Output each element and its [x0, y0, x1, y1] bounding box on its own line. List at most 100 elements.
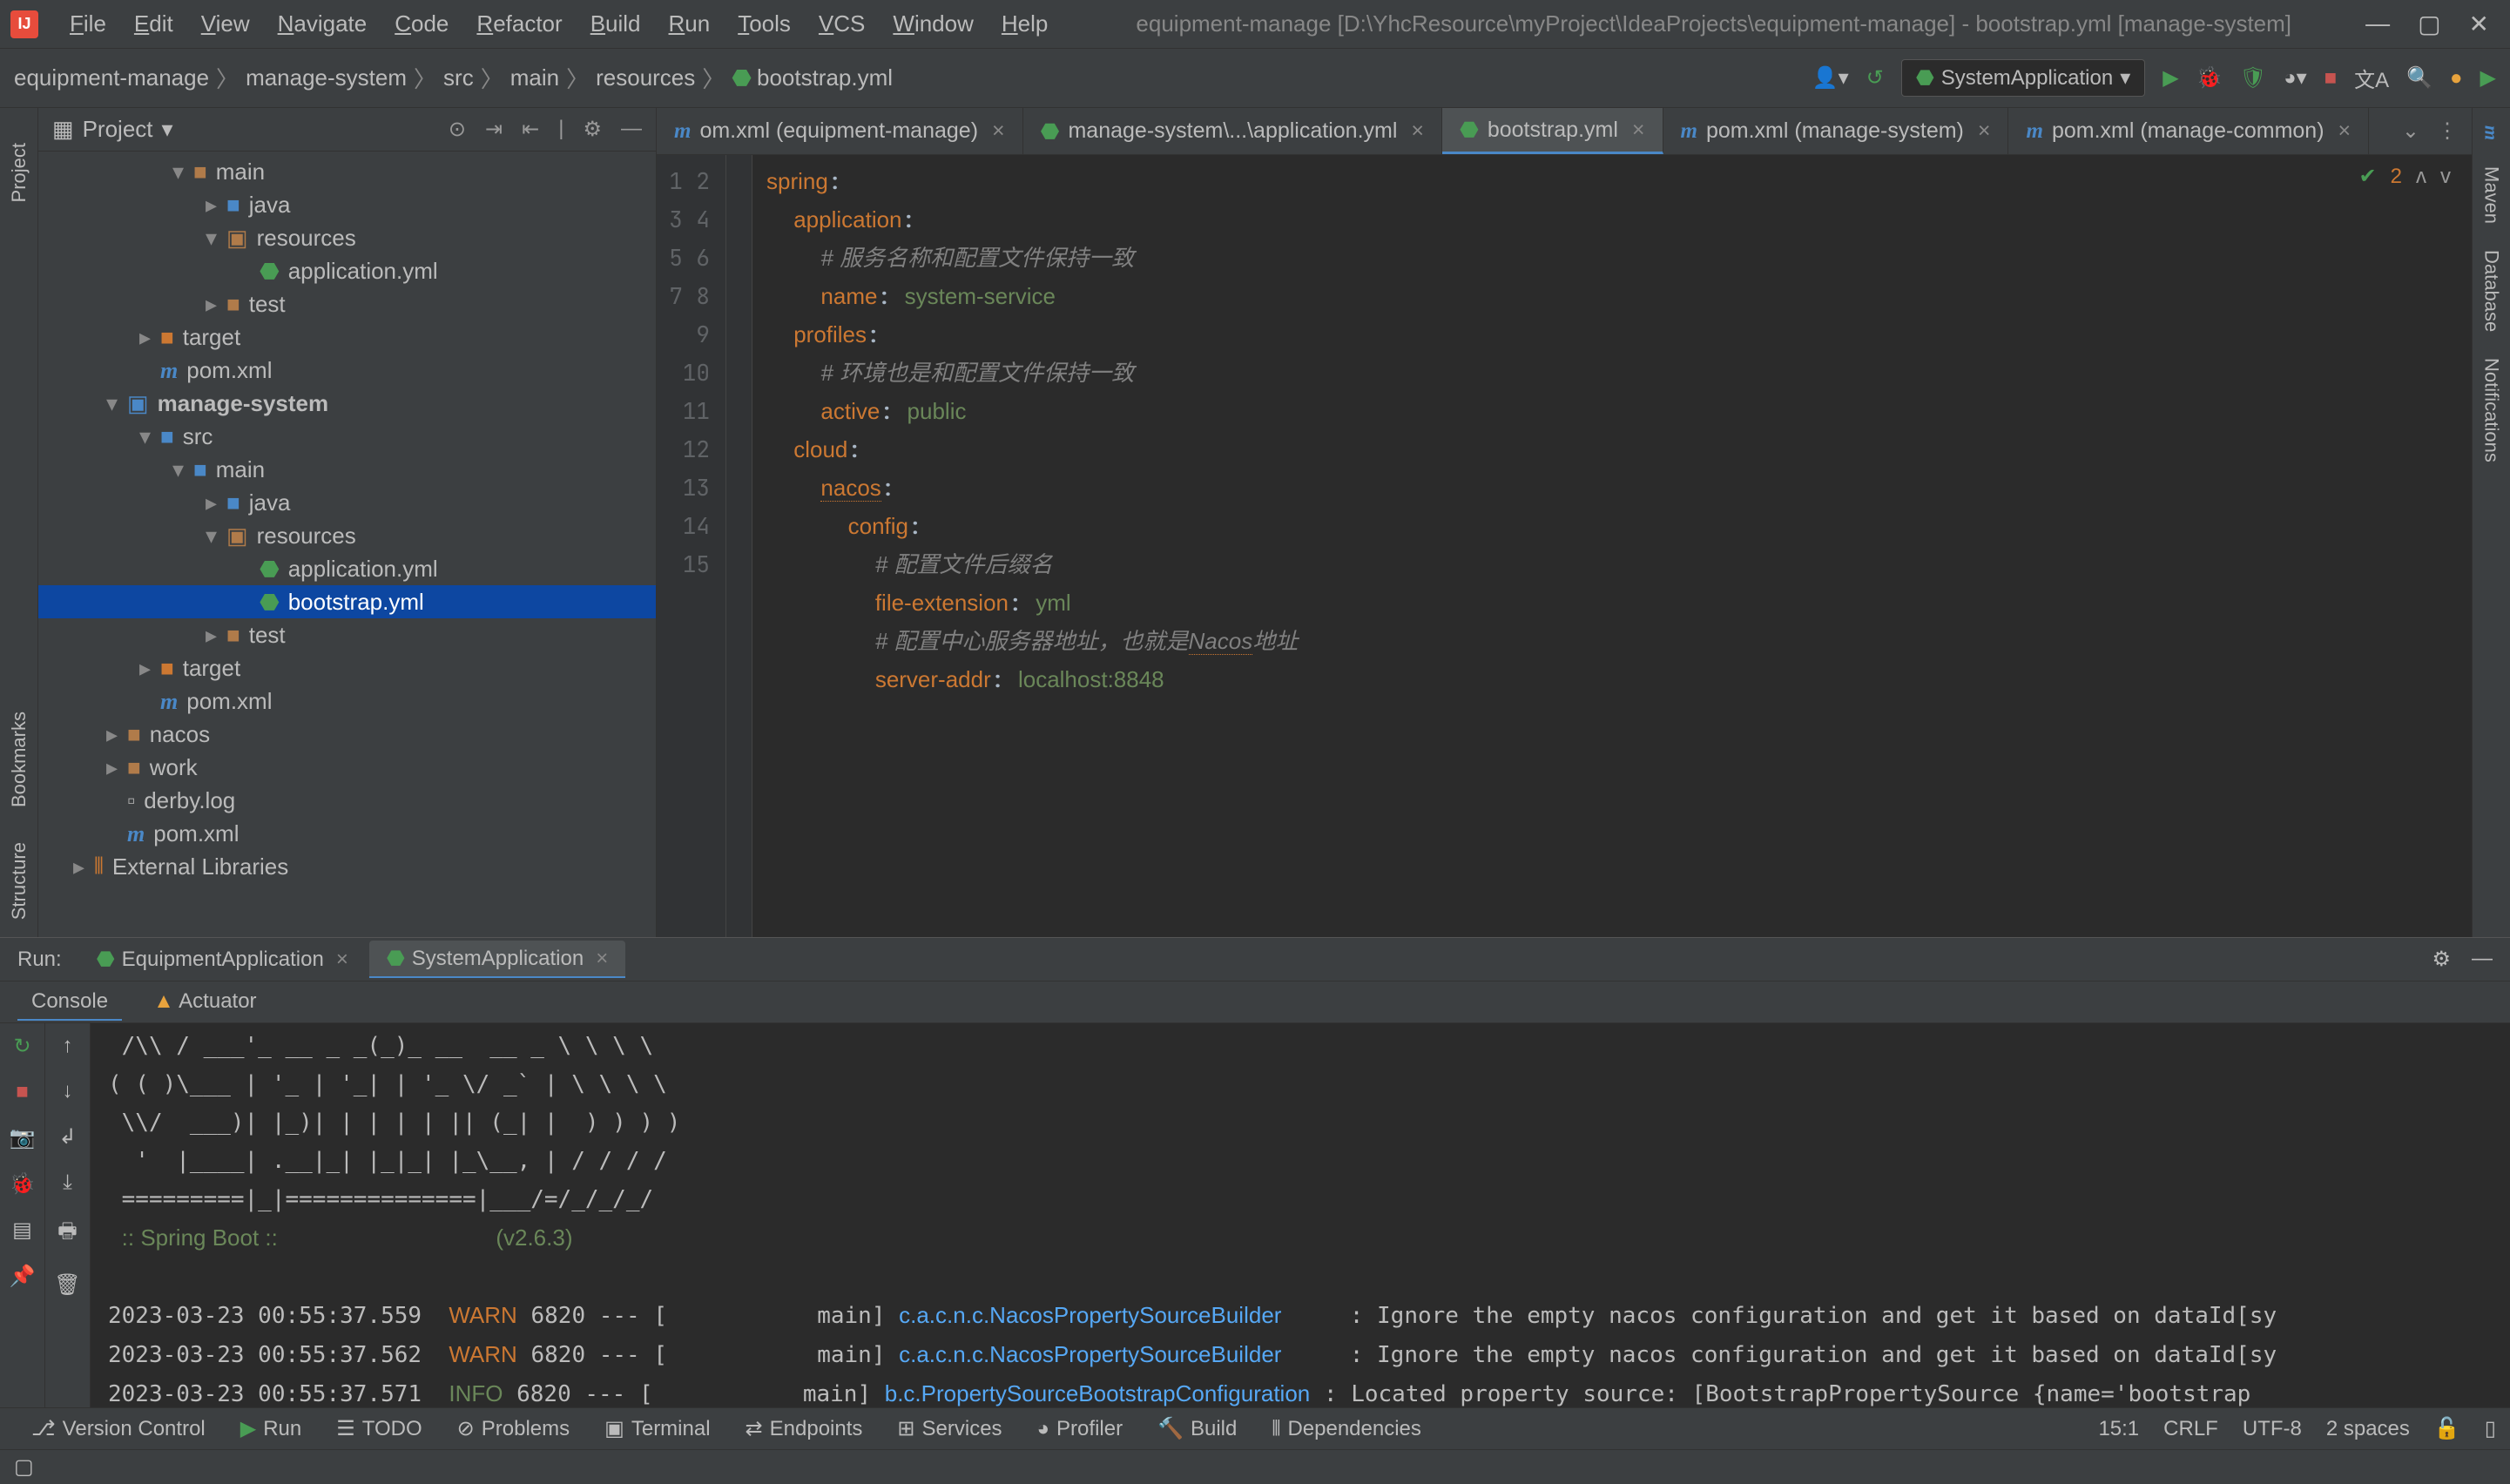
tree-item[interactable]: ⬣application.yml [38, 552, 656, 585]
run-subtab[interactable]: Console [17, 984, 122, 1021]
tab-more-icon[interactable]: ⋮ [2437, 118, 2458, 144]
menu-tools[interactable]: Tools [724, 7, 805, 41]
translate-icon[interactable]: 文A [2354, 63, 2389, 93]
menu-code[interactable]: Code [381, 7, 462, 41]
readonly-icon[interactable]: 🔓 [2434, 1416, 2460, 1441]
tree-item[interactable]: ▾■src [38, 420, 656, 453]
tool-terminal[interactable]: ▣ Terminal [587, 1416, 727, 1441]
menu-navigate[interactable]: Navigate [264, 7, 381, 41]
run-config-tab[interactable]: ⬣ SystemApplication × [369, 941, 625, 978]
tree-item[interactable]: mpom.xml [38, 354, 656, 387]
pin-icon[interactable]: 📌 [10, 1264, 36, 1289]
tree-item[interactable]: ▾■main [38, 453, 656, 486]
indent-setting[interactable]: 2 spaces [2326, 1417, 2410, 1441]
menu-build[interactable]: Build [577, 7, 655, 41]
tool-problems[interactable]: ⊘ Problems [440, 1416, 587, 1441]
up-icon[interactable]: ↑ [63, 1034, 73, 1058]
tool-run[interactable]: ▶ Run [223, 1416, 320, 1441]
editor-tab[interactable]: mpom.xml (manage-system)× [1663, 108, 2009, 154]
tree-item[interactable]: ▸■java [38, 486, 656, 519]
editor-inspections[interactable]: ✔ 2 ʌ v [2359, 164, 2451, 189]
maven-tool-button[interactable]: m [2480, 125, 2503, 140]
project-tree[interactable]: ▾■main▸■java▾▣resources⬣application.yml▸… [38, 152, 656, 937]
run-config-tab[interactable]: ⬣ EquipmentApplication × [79, 941, 366, 978]
editor-tab[interactable]: mpom.xml (manage-common)× [2008, 108, 2369, 154]
project-tool-button[interactable]: Project [8, 143, 30, 202]
close-tab-icon[interactable]: × [1978, 118, 1991, 144]
tree-item[interactable]: ⬣application.yml [38, 254, 656, 287]
run-icon[interactable]: ▶ [2163, 65, 2178, 91]
database-tool-button[interactable]: Database [2480, 250, 2503, 332]
code-editor[interactable]: spring: application: # 服务名称和配置文件保持一致 nam… [752, 155, 2472, 937]
expand-all-icon[interactable]: ⇥ [485, 117, 503, 142]
memory-icon[interactable]: ▯ [2485, 1416, 2496, 1441]
layout-icon[interactable]: ▤ [12, 1218, 32, 1243]
tool-version-control[interactable]: ⎇ Version Control [14, 1416, 223, 1441]
breadcrumb-item[interactable]: resources [596, 64, 695, 91]
breadcrumb-item[interactable]: src [443, 64, 474, 91]
close-tab-icon[interactable]: × [1632, 118, 1645, 143]
run-config-selector[interactable]: ⬣ SystemApplication ▾ [1901, 59, 2145, 97]
print-icon[interactable]: 🖶 [57, 1216, 78, 1251]
tree-item[interactable]: mpom.xml [38, 685, 656, 718]
menu-file[interactable]: File [56, 7, 120, 41]
close-button[interactable]: ✕ [2469, 10, 2489, 38]
debug-icon[interactable]: 🐞 [2196, 65, 2223, 91]
tree-item[interactable]: ▸■work [38, 751, 656, 784]
tree-item[interactable]: ⬣bootstrap.yml [38, 585, 656, 618]
down-icon[interactable]: ↓ [63, 1079, 73, 1103]
tree-item[interactable]: mpom.xml [38, 817, 656, 850]
tree-item[interactable]: ▸■nacos [38, 718, 656, 751]
bookmarks-tool-button[interactable]: Bookmarks [8, 712, 30, 807]
tree-item[interactable]: ▾▣resources [38, 221, 656, 254]
maximize-button[interactable]: ▢ [2418, 10, 2440, 38]
tree-item[interactable]: ▾▣resources [38, 519, 656, 552]
account-icon[interactable]: ● [2450, 66, 2463, 91]
minimize-button[interactable]: — [2365, 10, 2390, 38]
editor-tab[interactable]: mom.xml (equipment-manage)× [657, 108, 1023, 154]
close-tab-icon[interactable]: × [1411, 118, 1424, 144]
breadcrumb[interactable]: equipment-manage〉manage-system〉src〉main〉… [14, 62, 893, 94]
close-tab-icon[interactable]: × [2338, 118, 2351, 144]
tool-services[interactable]: ⊞ Services [880, 1416, 1019, 1441]
menu-edit[interactable]: Edit [120, 7, 187, 41]
select-opened-icon[interactable]: ⊙ [449, 117, 466, 142]
hide-icon[interactable]: — [621, 117, 642, 142]
breadcrumb-item[interactable]: manage-system [246, 64, 407, 91]
scroll-icon[interactable]: ⤓ [63, 1170, 72, 1195]
tree-item[interactable]: ▸■java [38, 188, 656, 221]
editor-tab[interactable]: ⬣manage-system\...\application.yml× [1023, 108, 1442, 154]
stop-icon[interactable]: ■ [2324, 66, 2338, 91]
run-hide-icon[interactable]: — [2472, 947, 2493, 972]
breadcrumb-item[interactable]: main [510, 64, 559, 91]
tree-item[interactable]: ▾■main [38, 155, 656, 188]
editor-tab[interactable]: ⬣bootstrap.yml× [1442, 108, 1663, 154]
tool-todo[interactable]: ☰ TODO [319, 1416, 439, 1441]
structure-tool-button[interactable]: Structure [8, 842, 30, 920]
tab-list-icon[interactable]: ⌄ [2402, 118, 2419, 144]
clear-icon[interactable]: 🗑 [54, 1272, 80, 1298]
tree-item[interactable]: ▸■target [38, 320, 656, 354]
status-icon[interactable]: ▢ [14, 1454, 34, 1480]
wrap-icon[interactable]: ↲ [58, 1124, 76, 1150]
rerun-icon[interactable]: ↻ [13, 1034, 30, 1059]
camera-icon[interactable]: 📷 [10, 1125, 36, 1150]
menu-window[interactable]: Window [879, 7, 987, 41]
toolbox-icon[interactable]: ▶ [2480, 65, 2496, 91]
run-subtab[interactable]: ▲ Actuator [139, 984, 271, 1021]
profile-icon[interactable]: ◕▾ [2284, 65, 2307, 91]
console-output[interactable]: /\\ / ___'_ __ _ _(_)_ __ __ _ \ \ \ \ (… [91, 1023, 2510, 1407]
coverage-icon[interactable]: 🛡 [2240, 65, 2266, 91]
settings-icon[interactable]: ⚙ [583, 117, 602, 142]
stop-icon[interactable]: ■ [16, 1080, 29, 1104]
line-separator[interactable]: CRLF [2163, 1417, 2218, 1441]
user-icon[interactable]: 👤▾ [1812, 65, 1849, 91]
tree-item[interactable]: ▸■test [38, 287, 656, 320]
notifications-tool-button[interactable]: Notifications [2480, 358, 2503, 462]
project-title[interactable]: ▦ Project ▾ [52, 116, 173, 143]
tool-dependencies[interactable]: ⫴ Dependencies [1254, 1416, 1439, 1441]
tree-item[interactable]: ▫derby.log [38, 784, 656, 817]
close-tab-icon[interactable]: × [992, 118, 1005, 144]
menu-vcs[interactable]: VCS [805, 7, 879, 41]
tree-item[interactable]: ▸■test [38, 618, 656, 651]
